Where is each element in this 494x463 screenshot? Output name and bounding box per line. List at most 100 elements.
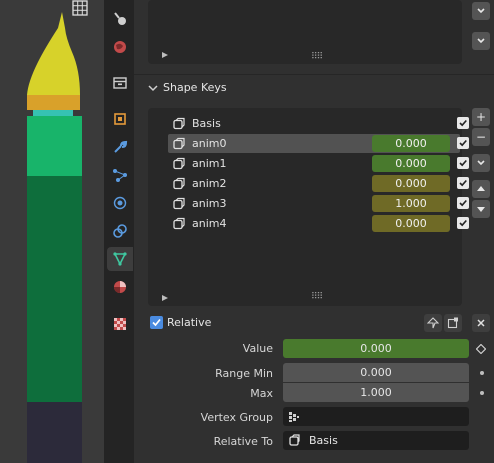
physics-icon: [113, 196, 127, 210]
list-menu-top[interactable]: [472, 2, 490, 20]
vertex-group-icon: [289, 411, 299, 422]
chevron-down-icon: [148, 85, 158, 92]
shape-key-row[interactable]: anim2 0.000: [168, 174, 469, 193]
checkmark-icon: [459, 199, 467, 207]
shape-key-value-field[interactable]: 0.000: [372, 135, 450, 152]
remove-label: −: [475, 130, 487, 144]
shape-key-value-field[interactable]: 1.000: [372, 195, 450, 212]
shape-keys-header[interactable]: Shape Keys: [134, 77, 494, 99]
collection-icon: [113, 77, 127, 89]
relative-label: Relative: [167, 316, 212, 329]
shape-key-row[interactable]: anim1 0.000: [168, 154, 469, 173]
edit-mode-icon: [447, 317, 458, 329]
shape-keys-title: Shape Keys: [163, 81, 227, 94]
particles-tab[interactable]: [107, 163, 133, 187]
range-min-field[interactable]: 0.000: [283, 363, 469, 382]
object-icon: [114, 113, 126, 125]
animate-dot-icon[interactable]: [480, 391, 484, 395]
wrench-icon: [114, 140, 128, 153]
shape-key-icon: [173, 177, 185, 189]
shape-key-icon: [173, 117, 185, 129]
shape-key-icon: [173, 137, 185, 149]
texture-tab[interactable]: [107, 312, 133, 336]
particles-icon: [113, 169, 127, 182]
properties-panel: ⠿⠿ Shape Keys Basis anim0 0.000 anim1 0.000 a…: [134, 0, 494, 463]
shape-key-value-field[interactable]: 0.000: [372, 215, 450, 232]
shape-key-specials-button[interactable]: [472, 154, 490, 172]
checkmark-icon: [459, 159, 467, 167]
candle-object: [0, 0, 82, 463]
value-field[interactable]: 0.000: [283, 339, 469, 358]
relative-to-field[interactable]: Basis: [283, 431, 469, 450]
shape-key-row[interactable]: anim0 0.000: [168, 134, 469, 153]
shape-key-row[interactable]: anim4 0.000: [168, 214, 469, 233]
texture-icon: [114, 318, 126, 330]
shape-key-row[interactable]: anim3 1.000: [168, 194, 469, 213]
resize-grip-icon[interactable]: ⠿⠿: [311, 292, 323, 302]
tool-tab[interactable]: [107, 7, 133, 31]
mesh-data-icon: [113, 252, 127, 266]
keyframe-diamond-icon[interactable]: [476, 344, 486, 354]
range-min-label: Range Min: [215, 367, 273, 380]
constraints-icon: [113, 224, 127, 238]
constraints-tab[interactable]: [107, 219, 133, 243]
relative-to-label: Relative To: [213, 435, 273, 448]
max-label: Max: [250, 387, 273, 400]
shape-key-mute-checkbox[interactable]: [457, 197, 469, 209]
close-icon: [477, 319, 485, 327]
shape-key-mute-checkbox[interactable]: [457, 137, 469, 149]
material-tab[interactable]: [107, 275, 133, 299]
clear-weights-button[interactable]: [472, 314, 490, 332]
vertex-groups-list[interactable]: ⠿⠿: [148, 0, 462, 64]
modifier-tab[interactable]: [107, 135, 133, 159]
shape-key-mute-checkbox[interactable]: [457, 177, 469, 189]
material-icon: [114, 281, 126, 293]
shape-key-row[interactable]: Basis: [168, 114, 469, 133]
shape-key-value-field[interactable]: 0.000: [372, 155, 450, 172]
max-field[interactable]: 1.000: [283, 383, 469, 402]
chevron-down-icon: [477, 8, 485, 14]
value-label: Value: [242, 342, 273, 355]
shape-key-lock-button[interactable]: [424, 314, 442, 332]
shape-key-icon: [173, 217, 185, 229]
remove-shape-key-button[interactable]: −: [472, 128, 490, 146]
tool-icon: [114, 12, 126, 25]
world-icon: [114, 41, 126, 53]
checkmark-icon: [459, 219, 467, 227]
world-tab[interactable]: [107, 35, 133, 59]
collection-tab[interactable]: [107, 71, 133, 95]
relative-checkbox[interactable]: [150, 316, 163, 329]
triangle-up-icon: [477, 186, 485, 191]
checkmark-icon: [459, 179, 467, 187]
checkmark-icon: [152, 318, 161, 327]
chevron-down-icon: [477, 160, 485, 166]
chevron-down-icon: [477, 38, 485, 44]
divider: [134, 74, 494, 75]
object-tab[interactable]: [107, 107, 133, 131]
object-data-tab[interactable]: [107, 247, 133, 271]
shape-key-mute-checkbox[interactable]: [457, 157, 469, 169]
shape-key-list[interactable]: Basis anim0 0.000 anim1 0.000 anim2 0.000 anim3…: [148, 108, 469, 306]
add-label: +: [475, 110, 487, 124]
properties-tab-bar: [104, 0, 134, 463]
move-down-button[interactable]: [472, 200, 490, 218]
animate-dot-icon[interactable]: [480, 371, 484, 375]
grid-icon[interactable]: [72, 0, 88, 16]
shape-key-mute-checkbox[interactable]: [457, 217, 469, 229]
move-up-button[interactable]: [472, 180, 490, 198]
add-shape-key-button[interactable]: +: [472, 108, 490, 126]
list-specials-top[interactable]: [472, 32, 490, 50]
shape-key-name: Basis: [192, 117, 221, 130]
shape-key-icon: [289, 434, 300, 446]
shape-key-value-field[interactable]: 0.000: [372, 175, 450, 192]
checkmark-icon: [459, 139, 467, 147]
expand-triangle-icon[interactable]: [161, 51, 169, 59]
expand-triangle-icon[interactable]: [161, 294, 169, 302]
resize-grip-icon[interactable]: ⠿⠿: [311, 52, 323, 62]
vertex-group-field[interactable]: [283, 407, 469, 426]
shape-key-mute-checkbox[interactable]: [457, 117, 469, 129]
3d-viewport[interactable]: [0, 0, 104, 463]
shape-key-icon: [173, 197, 185, 209]
physics-tab[interactable]: [107, 191, 133, 215]
apply-mix-button[interactable]: [444, 314, 462, 332]
